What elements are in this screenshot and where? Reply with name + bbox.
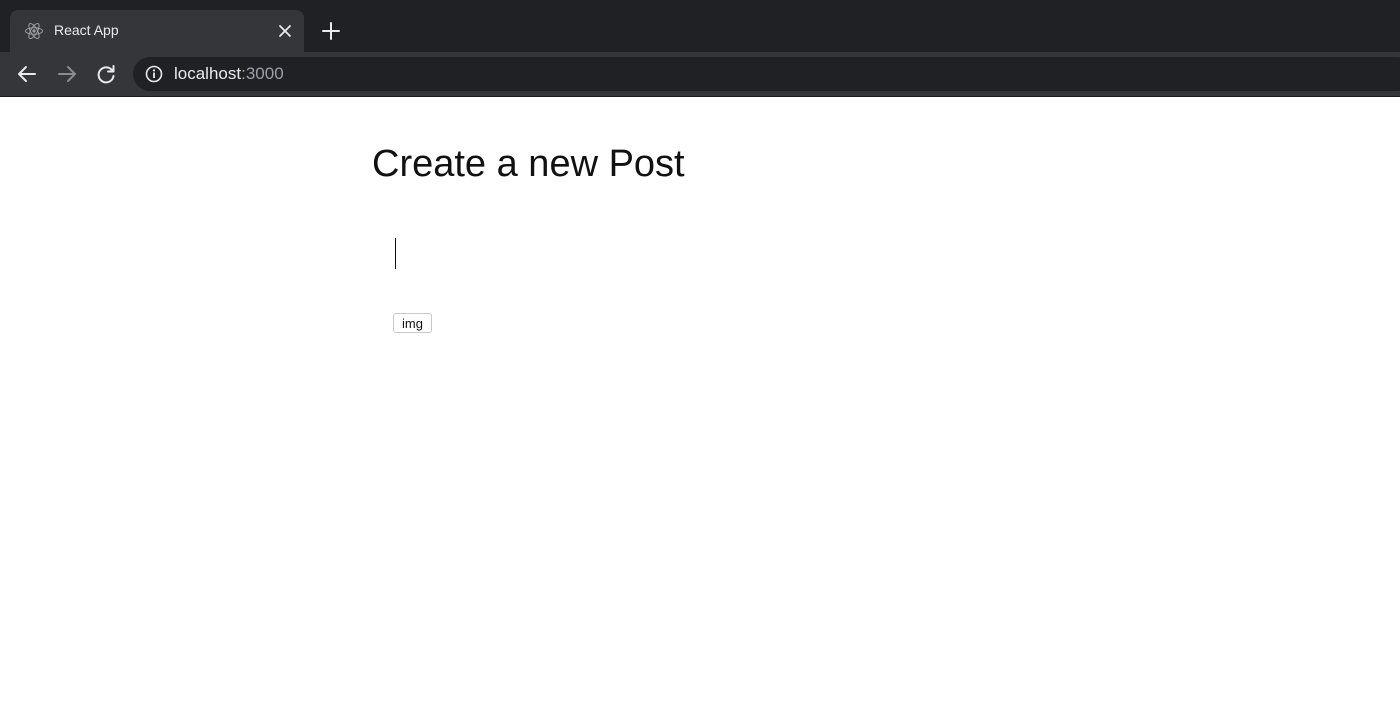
browser-window: React App localhost:3000 Create a new Po… [0,0,1400,715]
address-bar[interactable]: localhost:3000 [133,57,1400,91]
browser-toolbar: localhost:3000 [0,52,1400,97]
forward-arrow-icon[interactable] [55,62,79,86]
insert-image-button[interactable]: img [393,313,432,333]
url-port: :3000 [241,64,284,83]
close-tab-icon[interactable] [275,21,295,41]
text-caret [395,238,396,269]
url-host: localhost [174,64,242,83]
page-title: Create a new Post [372,143,685,185]
tab-title: React App [54,22,119,38]
page-content: Create a new Post img [0,97,1400,715]
new-tab-plus-icon[interactable] [319,19,343,43]
post-editor[interactable] [393,235,993,275]
url-text[interactable]: localhost:3000 [174,64,284,84]
back-arrow-icon[interactable] [15,62,39,86]
reload-icon[interactable] [94,62,118,86]
tab-react-app[interactable]: React App [10,10,304,52]
info-icon[interactable] [145,65,163,83]
react-logo-icon [25,22,43,40]
tab-strip: React App [0,0,1400,52]
